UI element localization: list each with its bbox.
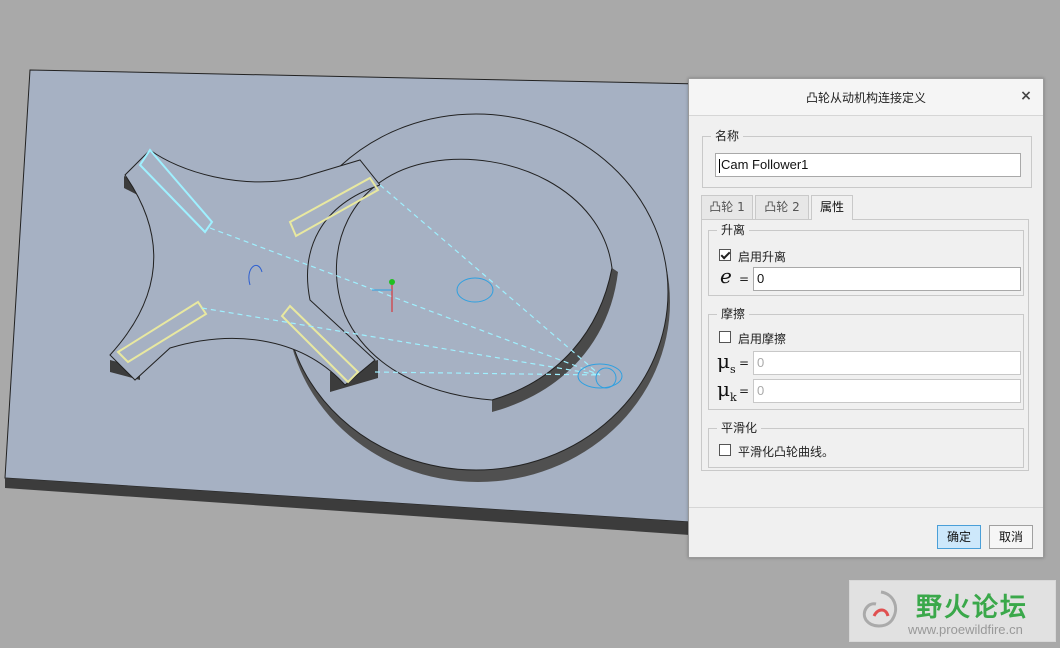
forum-watermark: 野火论坛 www.proewildfire.cn [849,580,1056,642]
name-legend: 名称 [711,129,744,143]
name-input[interactable]: Cam Follower1 [715,153,1021,177]
friction-legend: 摩擦 [717,307,750,321]
tab-cam-1[interactable]: 凸轮 1 [701,195,753,219]
e-equals: = [739,272,750,286]
smooth-cam-label: 平滑化凸轮曲线。 [738,445,835,459]
smoothing-group: 平滑化 平滑化凸轮曲线。 [708,421,1024,468]
mu-s-input[interactable]: 0 [753,351,1021,375]
smooth-cam-checkbox[interactable] [719,444,731,456]
smoothing-legend: 平滑化 [717,421,762,435]
dialog-title: 凸轮从动机构连接定义 [805,91,926,105]
tab-cam-2[interactable]: 凸轮 2 [755,195,809,219]
mu-s-symbol: μs [717,349,736,376]
close-icon[interactable]: × [1017,87,1035,105]
liftoff-group: 升离 启用升离 e = 0 [708,223,1024,296]
friction-group: 摩擦 启用摩擦 μs = 0 μk = 0 [708,307,1024,410]
enable-liftoff-label: 启用升离 [738,250,787,264]
mu-k-glyph: μ [717,377,730,401]
watermark-url: www.proewildfire.cn [908,622,1023,637]
name-group: 名称 Cam Follower1 [702,129,1032,188]
enable-liftoff-checkbox[interactable] [719,249,731,261]
name-input-value: Cam Follower1 [721,157,809,172]
enable-friction-checkbox[interactable] [719,331,731,343]
mu-k-sub: k [730,391,737,404]
mu-s-sub: s [730,363,736,376]
mu-s-glyph: μ [717,349,730,373]
text-caret [719,158,720,173]
properties-panel: 升离 启用升离 e = 0 摩擦 启用摩擦 μs = 0 μk = 0 平滑化 … [701,219,1029,471]
dialog-titlebar[interactable]: 凸轮从动机构连接定义 × [689,79,1043,116]
enable-friction-label: 启用摩擦 [738,332,787,346]
mu-k-input[interactable]: 0 [753,379,1021,403]
footer-divider [689,507,1043,508]
e-symbol: e [720,264,732,288]
liftoff-legend: 升离 [717,223,750,237]
watermark-title: 野火论坛 [916,593,1029,623]
mu-k-symbol: μk [717,377,737,404]
tab-properties[interactable]: 属性 [811,195,853,220]
mu-k-equals: = [739,384,750,398]
cam-follower-dialog: 凸轮从动机构连接定义 × 名称 Cam Follower1 凸轮 1 凸轮 2 … [688,78,1044,558]
e-input[interactable]: 0 [753,267,1021,291]
ok-button[interactable]: 确定 [937,525,981,549]
flame-logo-icon [862,590,897,628]
cancel-button[interactable]: 取消 [989,525,1033,549]
mu-s-equals: = [739,356,750,370]
